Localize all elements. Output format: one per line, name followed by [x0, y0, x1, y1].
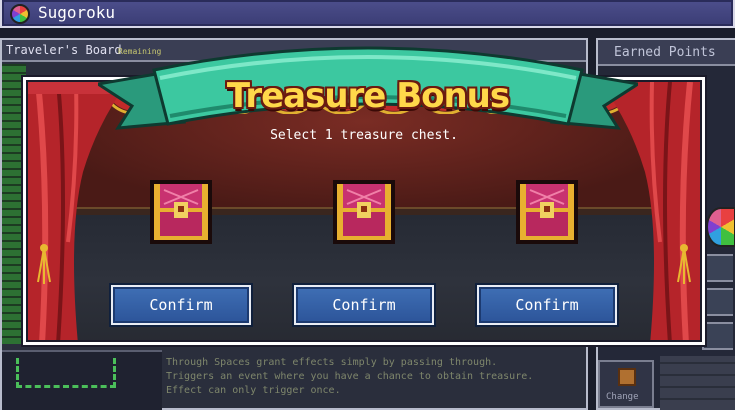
- title-bar: Sugoroku: [0, 0, 735, 28]
- board-path: [16, 358, 116, 388]
- window-title: Sugoroku: [38, 3, 116, 22]
- treasure-chest-icon[interactable]: [148, 176, 214, 248]
- roulette-wheel-icon[interactable]: [706, 207, 735, 247]
- side-button[interactable]: [702, 322, 733, 350]
- brick-wall: [660, 356, 735, 410]
- change-label: Change: [606, 392, 639, 402]
- confirm-button[interactable]: Confirm: [294, 285, 434, 325]
- dice-icon: [618, 368, 636, 386]
- treasure-bonus-banner: Treasure Bonus: [98, 32, 638, 142]
- description-line: Effect can only trigger once.: [166, 385, 341, 396]
- change-button[interactable]: Change: [598, 360, 654, 408]
- roulette-wheel-icon: [10, 4, 30, 24]
- confirm-button[interactable]: Confirm: [111, 285, 251, 325]
- description-line: Triggers an event where you have a chanc…: [166, 371, 534, 382]
- description-line: Through Spaces grant effects simply by p…: [166, 357, 498, 368]
- banner-title: Treasure Bonus: [226, 76, 510, 116]
- confirm-button[interactable]: Confirm: [477, 285, 617, 325]
- side-button[interactable]: [702, 288, 733, 316]
- treasure-chest-icon[interactable]: [514, 176, 580, 248]
- side-button[interactable]: [702, 254, 733, 282]
- space-description: Through Spaces grant effects simply by p…: [166, 356, 533, 398]
- treasure-chest-icon[interactable]: [331, 176, 397, 248]
